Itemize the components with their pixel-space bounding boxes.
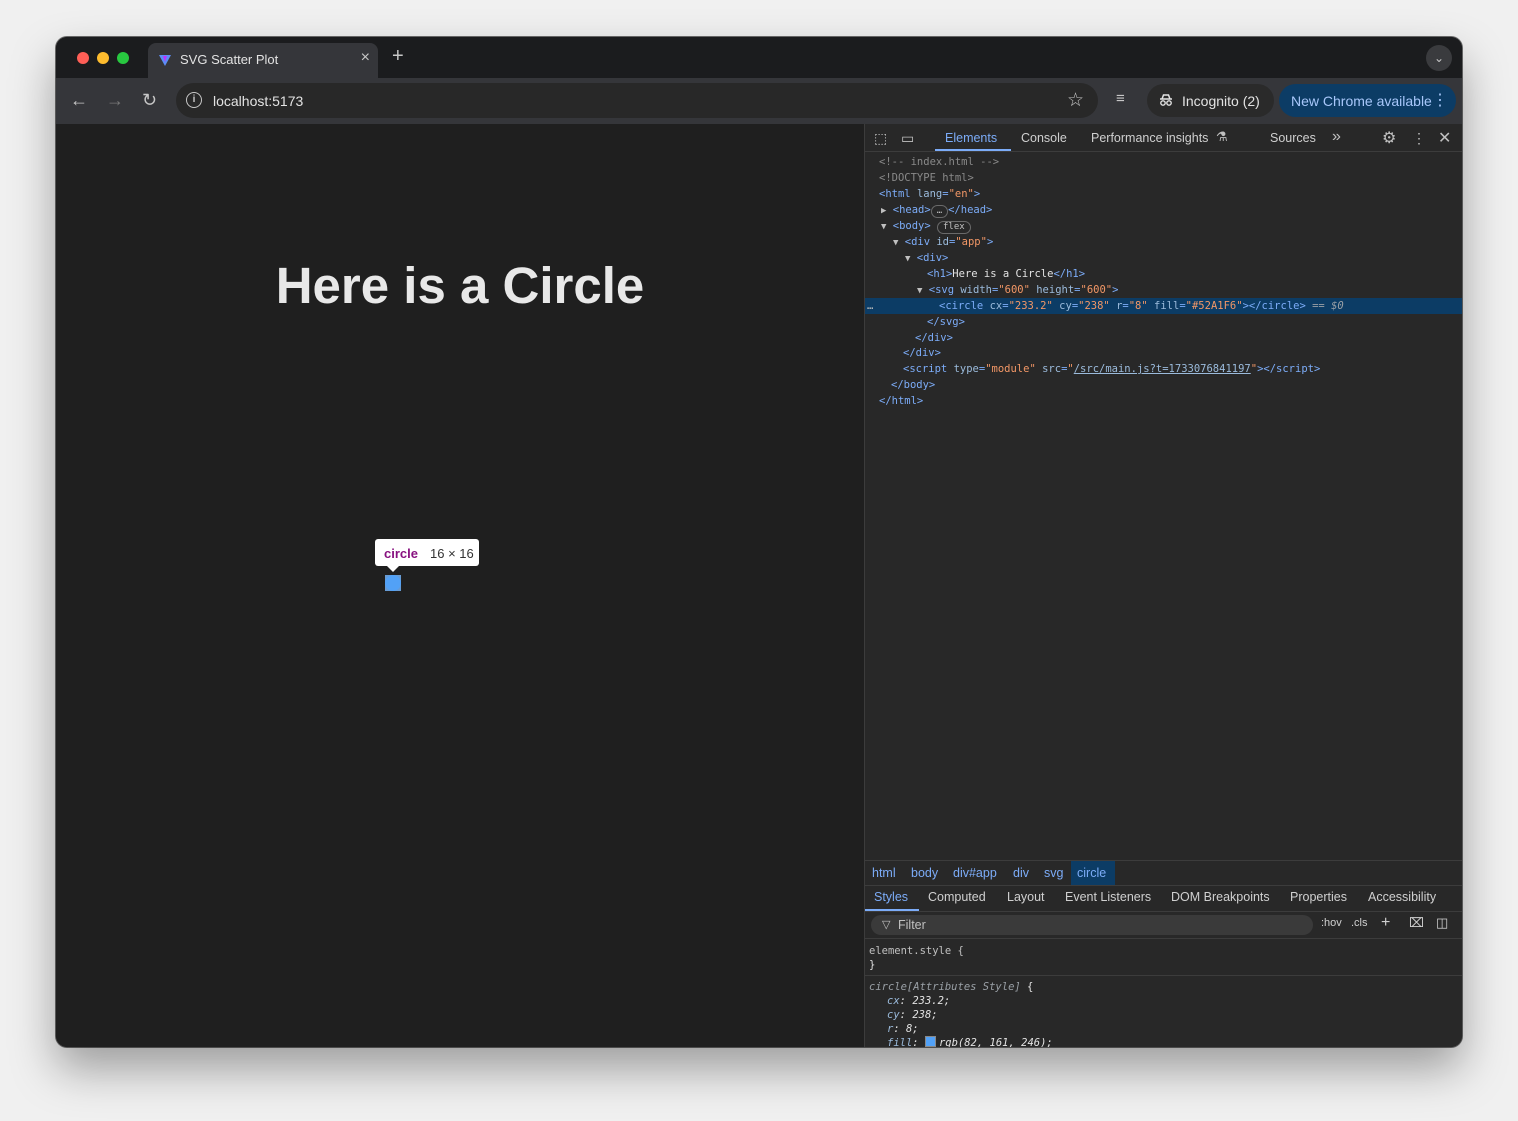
tab-performance-insights[interactable]: Performance insights bbox=[1091, 131, 1208, 145]
filter-icon: ▽ bbox=[882, 919, 891, 931]
attributes-style-rule[interactable]: circle[Attributes Style] { bbox=[869, 980, 1033, 994]
back-icon[interactable]: ← bbox=[70, 90, 88, 111]
styles-filter-bar: ▽ Filter :hov .cls + ⌧ ◫ bbox=[865, 912, 1462, 939]
dom-circle[interactable]: <circle cx="233.2" cy="238" r="8" fill="… bbox=[939, 298, 1344, 314]
dom-div-close[interactable]: </div> bbox=[915, 330, 953, 346]
prop-r[interactable]: r: 8; bbox=[887, 1022, 919, 1036]
page-viewport: Here is a Circle circle 16 × 16 bbox=[56, 124, 864, 1047]
incognito-button[interactable]: Incognito (2) bbox=[1147, 84, 1274, 117]
tab-accessibility[interactable]: Accessibility bbox=[1368, 890, 1436, 904]
devtools-menu-icon[interactable]: ⋮ bbox=[1412, 130, 1426, 147]
node-actions-icon[interactable]: … bbox=[867, 298, 873, 314]
prop-cy[interactable]: cy: 238; bbox=[887, 1008, 938, 1022]
tab-strip: SVG Scatter Plot × + ⌄ bbox=[56, 37, 1462, 78]
script-src-link[interactable]: /src/main.js?t=1733076841197 bbox=[1074, 363, 1251, 375]
rule-divider bbox=[865, 975, 1462, 976]
close-window-button[interactable] bbox=[77, 52, 89, 64]
dom-head[interactable]: ▶ <head>… </head> bbox=[881, 202, 992, 218]
styles-tab-indicator bbox=[865, 909, 919, 911]
crumb-html[interactable]: html bbox=[872, 866, 896, 880]
tab-computed[interactable]: Computed bbox=[928, 890, 986, 904]
devtools-tabbar: ⬚ ▭ Elements Console Performance insight… bbox=[865, 124, 1462, 152]
page-heading: Here is a Circle bbox=[275, 257, 645, 314]
dom-body-close[interactable]: </body> bbox=[891, 377, 935, 393]
tooltip-tag: circle bbox=[384, 546, 418, 561]
incognito-label: Incognito (2) bbox=[1182, 93, 1260, 109]
tab-properties[interactable]: Properties bbox=[1290, 890, 1347, 904]
paint-brush-icon[interactable]: ⌧ bbox=[1409, 915, 1424, 931]
styles-tabbar: Styles Computed Layout Event Listeners D… bbox=[865, 885, 1462, 912]
flask-icon: ⚗ bbox=[1216, 129, 1228, 144]
browser-toolbar: ← → ↻ i localhost:5173 ☆ ≡ Incognito (2)… bbox=[56, 78, 1462, 124]
dom-comment[interactable]: <!-- index.html --> bbox=[879, 154, 999, 170]
dom-svg-close[interactable]: </svg> bbox=[927, 314, 965, 330]
url-text[interactable]: localhost:5173 bbox=[213, 93, 303, 109]
minimize-window-button[interactable] bbox=[97, 52, 109, 64]
tab-styles[interactable]: Styles bbox=[874, 890, 908, 904]
new-tab-button[interactable]: + bbox=[392, 45, 404, 68]
circle-element[interactable] bbox=[385, 575, 401, 591]
element-style-selector[interactable]: element.style { bbox=[869, 944, 964, 958]
dom-script[interactable]: <script type="module" src="/src/main.js?… bbox=[903, 361, 1320, 377]
bookmark-star-icon[interactable]: ☆ bbox=[1067, 89, 1084, 112]
tab-svg-scatter-plot[interactable]: SVG Scatter Plot × bbox=[148, 43, 378, 78]
device-toolbar-icon[interactable]: ▭ bbox=[901, 130, 914, 147]
inspect-element-icon[interactable]: ⬚ bbox=[874, 130, 887, 147]
browser-window: SVG Scatter Plot × + ⌄ ← → ↻ i localhost… bbox=[56, 37, 1462, 1047]
chrome-update-button[interactable]: New Chrome available ⋮ bbox=[1279, 84, 1456, 117]
dom-div-app-close[interactable]: </div> bbox=[903, 345, 941, 361]
tab-dom-breakpoints[interactable]: DOM Breakpoints bbox=[1171, 890, 1270, 904]
styles-filter-input[interactable]: ▽ Filter bbox=[871, 915, 1313, 935]
address-bar[interactable]: i localhost:5173 ☆ bbox=[176, 83, 1098, 118]
class-toggle-button[interactable]: .cls bbox=[1351, 917, 1368, 929]
hover-state-button[interactable]: :hov bbox=[1321, 917, 1342, 929]
crumb-div-app[interactable]: div#app bbox=[953, 866, 997, 880]
dom-doctype[interactable]: <!DOCTYPE html> bbox=[879, 170, 974, 186]
vite-favicon-icon bbox=[158, 53, 172, 72]
chrome-update-label: New Chrome available bbox=[1291, 93, 1432, 109]
prop-fill[interactable]: fill: rgb(82, 161, 246); bbox=[887, 1036, 1053, 1047]
forward-icon[interactable]: → bbox=[106, 90, 124, 111]
crumb-div[interactable]: div bbox=[1013, 866, 1029, 880]
prop-cx[interactable]: cx: 233.2; bbox=[887, 994, 950, 1008]
incognito-icon bbox=[1158, 92, 1174, 113]
more-tabs-icon[interactable]: » bbox=[1332, 128, 1341, 146]
crumb-circle[interactable]: circle bbox=[1077, 866, 1106, 880]
new-rule-icon[interactable]: + bbox=[1381, 914, 1390, 932]
active-tab-indicator bbox=[935, 149, 1011, 151]
dom-div-app[interactable]: ▼ <div id="app"> bbox=[893, 234, 993, 250]
settings-gear-icon[interactable]: ⚙ bbox=[1382, 128, 1396, 148]
color-swatch-icon[interactable] bbox=[924, 1036, 936, 1047]
filter-placeholder: Filter bbox=[898, 918, 926, 932]
close-tab-icon[interactable]: × bbox=[361, 49, 370, 67]
tooltip-size: 16 × 16 bbox=[430, 546, 474, 561]
site-info-icon[interactable]: i bbox=[186, 92, 202, 108]
devtools-panel: ⬚ ▭ Elements Console Performance insight… bbox=[864, 124, 1462, 1047]
crumb-svg[interactable]: svg bbox=[1044, 866, 1063, 880]
tab-layout[interactable]: Layout bbox=[1007, 890, 1045, 904]
tab-title: SVG Scatter Plot bbox=[180, 52, 279, 67]
close-devtools-icon[interactable]: ✕ bbox=[1438, 128, 1451, 148]
media-controls-icon[interactable]: ≡ bbox=[1116, 90, 1125, 107]
tab-console[interactable]: Console bbox=[1021, 131, 1067, 145]
toggle-sidebar-icon[interactable]: ◫ bbox=[1436, 915, 1448, 931]
flex-badge[interactable]: flex bbox=[937, 221, 971, 234]
dom-div[interactable]: ▼ <div> bbox=[905, 250, 948, 266]
dom-html[interactable]: <html lang="en"> bbox=[879, 186, 980, 202]
tab-search-icon[interactable]: ⌄ bbox=[1426, 45, 1452, 71]
dom-html-close[interactable]: </html> bbox=[879, 393, 923, 409]
chrome-menu-icon[interactable]: ⋮ bbox=[1432, 90, 1448, 110]
maximize-window-button[interactable] bbox=[117, 52, 129, 64]
crumb-body[interactable]: body bbox=[911, 866, 938, 880]
tab-sources[interactable]: Sources bbox=[1270, 131, 1316, 145]
tab-event-listeners[interactable]: Event Listeners bbox=[1065, 890, 1151, 904]
dom-h1[interactable]: <h1>Here is a Circle</h1> bbox=[927, 266, 1085, 282]
breadcrumb: html body div#app div svg circle bbox=[865, 860, 1462, 886]
tab-elements[interactable]: Elements bbox=[945, 131, 997, 145]
reload-icon[interactable]: ↻ bbox=[142, 90, 157, 111]
dom-svg[interactable]: ▼ <svg width="600" height="600"> bbox=[917, 282, 1118, 298]
dom-body[interactable]: ▼ <body> flex bbox=[881, 218, 971, 234]
element-style-close: } bbox=[869, 959, 876, 971]
inspect-tooltip: circle 16 × 16 bbox=[375, 539, 479, 572]
